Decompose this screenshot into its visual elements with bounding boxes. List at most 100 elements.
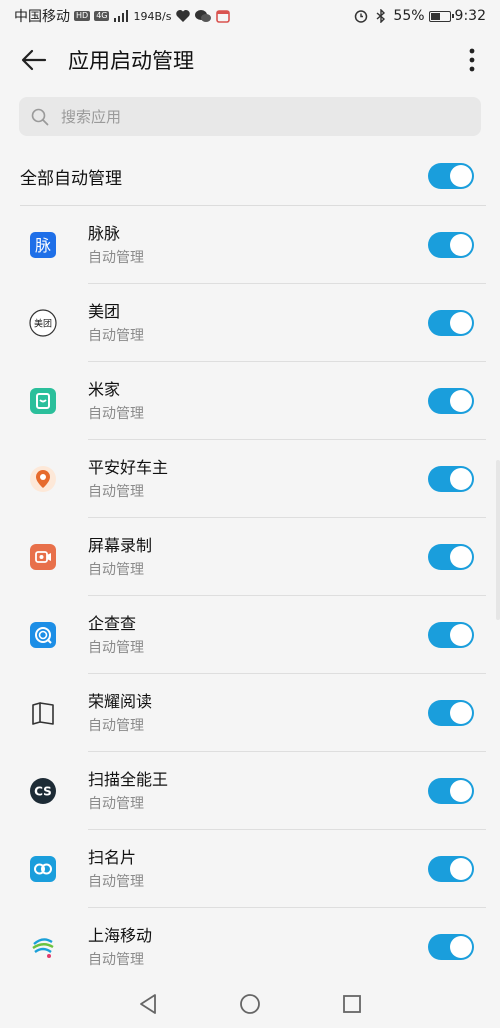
heart-rate-icon xyxy=(175,8,191,24)
app-status: 自动管理 xyxy=(88,795,144,812)
list-item[interactable]: 米家 自动管理 xyxy=(0,362,500,440)
app-status: 自动管理 xyxy=(88,561,144,578)
square-recents-icon xyxy=(343,995,361,1013)
app-status: 自动管理 xyxy=(88,951,144,968)
list-item[interactable]: 扫名片 自动管理 xyxy=(0,830,500,908)
app-toggle[interactable] xyxy=(428,310,474,336)
battery-percent: 55% xyxy=(393,8,425,24)
navigation-bar xyxy=(0,980,500,1028)
alarm-icon xyxy=(353,8,369,24)
status-left: 中国移动 HD 4G 194B/s xyxy=(14,6,231,26)
toggle-knob xyxy=(450,546,472,568)
app-text: 屏幕录制 自动管理 xyxy=(88,535,428,580)
carrier-label: 中国移动 xyxy=(14,9,70,25)
status-right: 55% 9:32 xyxy=(353,8,486,24)
app-text: 企查查 自动管理 xyxy=(88,613,428,658)
app-bar: 应用启动管理 xyxy=(0,32,500,88)
camscanner-icon: CS xyxy=(29,777,57,805)
all-auto-manage-row: 全部自动管理 xyxy=(0,150,500,202)
app-name: 企查查 xyxy=(88,613,137,633)
toggle-knob xyxy=(450,702,472,724)
toggle-knob xyxy=(450,468,472,490)
app-name: 扫描全能王 xyxy=(88,769,169,789)
app-text: 荣耀阅读 自动管理 xyxy=(88,691,428,736)
back-button[interactable] xyxy=(14,40,54,80)
search-icon xyxy=(31,108,49,125)
app-text: 扫描全能王 自动管理 xyxy=(88,769,428,814)
app-text: 扫名片 自动管理 xyxy=(88,847,428,892)
app-name: 平安好车主 xyxy=(88,457,169,477)
list-item[interactable]: 平安好车主 自动管理 xyxy=(0,440,500,518)
nav-home-button[interactable] xyxy=(238,992,262,1016)
more-vertical-icon xyxy=(469,48,475,72)
app-toggle[interactable] xyxy=(428,934,474,960)
app-name: 屏幕录制 xyxy=(88,535,153,555)
app-toggle[interactable] xyxy=(428,466,474,492)
toggle-knob xyxy=(450,312,472,334)
hd-badge: HD xyxy=(74,11,91,21)
app-status: 自动管理 xyxy=(88,639,144,656)
app-toggle[interactable] xyxy=(428,778,474,804)
search-input[interactable] xyxy=(59,106,443,127)
app-text: 平安好车主 自动管理 xyxy=(88,457,428,502)
app-status: 自动管理 xyxy=(88,327,144,344)
meituan-icon: 美团 xyxy=(29,309,57,337)
app-text: 米家 自动管理 xyxy=(88,379,428,424)
mijia-icon xyxy=(29,387,57,415)
calendar-icon xyxy=(215,8,231,24)
toggle-knob xyxy=(450,624,472,646)
app-text: 脉脉 自动管理 xyxy=(88,223,428,268)
nav-back-button[interactable] xyxy=(136,992,160,1016)
meituan-glyph: 美团 xyxy=(34,318,52,330)
camscanner-glyph: CS xyxy=(34,785,52,799)
triangle-back-icon xyxy=(140,994,156,1014)
china-mobile-icon xyxy=(29,933,57,961)
toggle-knob xyxy=(450,780,472,802)
app-status: 自动管理 xyxy=(88,405,144,422)
more-options-button[interactable] xyxy=(456,40,488,80)
list-item[interactable]: 上海移动 自动管理 xyxy=(0,908,500,986)
honor-reader-icon xyxy=(29,699,57,727)
qichacha-icon xyxy=(29,621,57,649)
signal-icon xyxy=(113,8,129,24)
app-toggle[interactable] xyxy=(428,700,474,726)
network-badge: 4G xyxy=(94,11,110,21)
app-toggle[interactable] xyxy=(428,544,474,570)
app-name: 荣耀阅读 xyxy=(88,691,153,711)
app-toggle[interactable] xyxy=(428,622,474,648)
maimai-glyph: 脉 xyxy=(35,236,51,255)
list-item[interactable]: 企查查 自动管理 xyxy=(0,596,500,674)
app-name: 脉脉 xyxy=(88,223,121,243)
app-name: 扫名片 xyxy=(88,847,137,867)
toggle-knob xyxy=(450,165,472,187)
page-title: 应用启动管理 xyxy=(68,49,194,73)
list-item[interactable]: 脉 脉脉 自动管理 xyxy=(0,206,500,284)
list-item[interactable]: 荣耀阅读 自动管理 xyxy=(0,674,500,752)
toggle-knob xyxy=(450,234,472,256)
battery-icon xyxy=(428,10,454,22)
app-list: 脉 脉脉 自动管理 美团 美团 自动管理 米家 自动管理 平安好车主 自动管理 … xyxy=(0,206,500,986)
circle-home-icon xyxy=(240,994,260,1014)
network-speed: 194B/s xyxy=(133,9,172,23)
screen-record-icon xyxy=(29,543,57,571)
list-item[interactable]: CS 扫描全能王 自动管理 xyxy=(0,752,500,830)
maimai-icon: 脉 xyxy=(29,231,57,259)
app-toggle[interactable] xyxy=(428,232,474,258)
app-status: 自动管理 xyxy=(88,873,144,890)
bluetooth-icon xyxy=(373,8,389,24)
back-arrow-icon xyxy=(21,49,47,71)
app-text: 上海移动 自动管理 xyxy=(88,925,428,970)
search-bar[interactable] xyxy=(19,97,481,136)
status-bar: 中国移动 HD 4G 194B/s 55% 9:32 xyxy=(0,0,500,32)
card-scan-icon xyxy=(29,855,57,883)
list-item[interactable]: 屏幕录制 自动管理 xyxy=(0,518,500,596)
clock: 9:32 xyxy=(454,8,486,24)
all-auto-manage-toggle[interactable] xyxy=(428,163,474,189)
app-toggle[interactable] xyxy=(428,856,474,882)
list-item[interactable]: 美团 美团 自动管理 xyxy=(0,284,500,362)
nav-recents-button[interactable] xyxy=(340,992,364,1016)
app-toggle[interactable] xyxy=(428,388,474,414)
toggle-knob xyxy=(450,390,472,412)
app-status: 自动管理 xyxy=(88,717,144,734)
scrollbar[interactable] xyxy=(496,460,500,620)
